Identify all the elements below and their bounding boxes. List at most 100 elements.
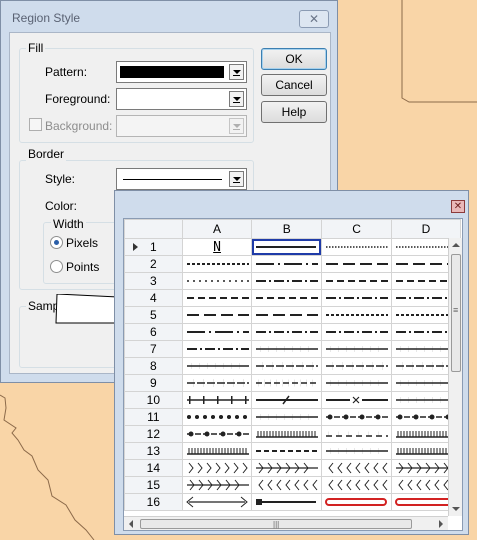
horizontal-scrollbar[interactable]: ||| bbox=[124, 516, 448, 530]
line-style-cell[interactable] bbox=[251, 272, 323, 290]
line-style-cell[interactable] bbox=[251, 459, 323, 477]
scroll-left-icon[interactable] bbox=[129, 520, 133, 528]
line-style-swatch bbox=[326, 362, 389, 370]
line-style-cell[interactable] bbox=[321, 357, 392, 375]
line-style-cell[interactable] bbox=[251, 408, 323, 426]
line-style-swatch bbox=[186, 263, 249, 265]
foreground-combo[interactable] bbox=[116, 88, 247, 110]
line-style-cell[interactable] bbox=[321, 442, 392, 460]
ok-button[interactable]: OK bbox=[261, 48, 327, 70]
line-style-swatch bbox=[256, 395, 319, 405]
line-style-cell[interactable] bbox=[321, 476, 392, 494]
line-style-cell[interactable] bbox=[181, 323, 253, 341]
line-style-swatch bbox=[258, 479, 318, 491]
row-header[interactable]: 5 bbox=[124, 306, 183, 324]
line-style-cell[interactable] bbox=[181, 272, 253, 290]
dropdown-arrow-icon[interactable] bbox=[229, 171, 244, 187]
close-button[interactable]: ✕ bbox=[299, 10, 329, 28]
row-header[interactable]: 10 bbox=[124, 391, 183, 409]
line-style-cell[interactable] bbox=[251, 323, 323, 341]
scroll-right-icon[interactable] bbox=[439, 520, 443, 528]
row-header[interactable]: 6 bbox=[124, 323, 183, 341]
line-style-cell[interactable] bbox=[251, 442, 323, 460]
horizontal-scroll-thumb[interactable]: ||| bbox=[140, 519, 412, 529]
line-style-cell[interactable] bbox=[181, 391, 253, 409]
line-style-cell[interactable] bbox=[181, 476, 253, 494]
line-style-cell[interactable] bbox=[321, 306, 392, 324]
row-header[interactable]: 15 bbox=[124, 476, 183, 494]
help-button[interactable]: Help bbox=[261, 101, 327, 123]
line-style-cell[interactable] bbox=[181, 408, 253, 426]
line-style-cell[interactable] bbox=[321, 408, 392, 426]
line-style-cell[interactable] bbox=[181, 289, 253, 307]
line-style-cell[interactable] bbox=[251, 238, 323, 256]
line-style-cell[interactable] bbox=[181, 357, 253, 375]
scroll-down-icon[interactable] bbox=[452, 507, 460, 511]
row-header[interactable]: 8 bbox=[124, 357, 183, 375]
row-header[interactable]: 11 bbox=[124, 408, 183, 426]
line-style-cell[interactable]: N bbox=[181, 238, 253, 256]
column-header[interactable]: D bbox=[390, 219, 462, 239]
column-header[interactable]: A bbox=[181, 219, 253, 239]
column-header[interactable]: C bbox=[321, 219, 392, 239]
row-header[interactable]: 14 bbox=[124, 459, 183, 477]
row-header[interactable]: 9 bbox=[124, 374, 183, 392]
line-style-cell[interactable] bbox=[251, 357, 323, 375]
line-style-swatch bbox=[326, 297, 389, 299]
dropdown-arrow-icon[interactable] bbox=[229, 64, 244, 80]
line-style-cell[interactable] bbox=[321, 391, 392, 409]
line-style-cell[interactable] bbox=[181, 493, 253, 511]
line-style-swatch bbox=[256, 362, 319, 370]
style-combo[interactable] bbox=[116, 168, 247, 190]
row-header[interactable]: 3 bbox=[124, 272, 183, 290]
row-header[interactable]: 13 bbox=[124, 442, 183, 460]
line-style-cell[interactable] bbox=[321, 272, 392, 290]
line-style-cell[interactable] bbox=[251, 255, 323, 273]
cancel-button[interactable]: Cancel bbox=[261, 74, 327, 96]
line-style-cell[interactable] bbox=[321, 238, 392, 256]
dropdown-arrow-icon[interactable] bbox=[229, 118, 244, 134]
line-style-cell[interactable] bbox=[321, 255, 392, 273]
line-style-cell[interactable] bbox=[251, 476, 323, 494]
background-combo[interactable] bbox=[116, 115, 247, 137]
line-style-cell[interactable] bbox=[251, 306, 323, 324]
line-style-cell[interactable] bbox=[181, 340, 253, 358]
line-style-cell[interactable] bbox=[251, 374, 323, 392]
row-header[interactable]: 16 bbox=[124, 493, 183, 511]
background-checkbox[interactable] bbox=[29, 118, 42, 131]
line-style-cell[interactable] bbox=[181, 459, 253, 477]
scroll-up-icon[interactable] bbox=[452, 243, 460, 247]
line-style-cell[interactable] bbox=[321, 374, 392, 392]
vertical-scrollbar[interactable]: ≡ bbox=[448, 238, 462, 516]
vertical-scroll-thumb[interactable]: ≡ bbox=[451, 254, 461, 372]
column-header[interactable]: B bbox=[251, 219, 323, 239]
line-style-cell[interactable] bbox=[181, 374, 253, 392]
line-style-cell[interactable] bbox=[321, 289, 392, 307]
line-style-cell[interactable] bbox=[181, 442, 253, 460]
row-header[interactable]: 1 bbox=[124, 238, 183, 256]
points-radio[interactable] bbox=[50, 260, 63, 273]
line-style-cell[interactable] bbox=[251, 493, 323, 511]
row-header[interactable]: 12 bbox=[124, 425, 183, 443]
line-style-cell[interactable] bbox=[181, 425, 253, 443]
line-style-cell[interactable] bbox=[251, 391, 323, 409]
line-style-cell[interactable] bbox=[321, 425, 392, 443]
table-row: 2 bbox=[124, 255, 462, 273]
line-style-cell[interactable] bbox=[321, 323, 392, 341]
line-style-cell[interactable] bbox=[321, 459, 392, 477]
close-icon[interactable]: ✕ bbox=[451, 200, 465, 213]
line-style-cell[interactable] bbox=[251, 425, 323, 443]
line-style-cell[interactable] bbox=[181, 306, 253, 324]
pixels-radio[interactable] bbox=[50, 236, 63, 249]
line-style-cell[interactable] bbox=[251, 340, 323, 358]
line-style-cell[interactable] bbox=[181, 255, 253, 273]
row-header[interactable]: 4 bbox=[124, 289, 183, 307]
dropdown-arrow-icon[interactable] bbox=[229, 91, 244, 107]
pattern-combo[interactable] bbox=[116, 61, 247, 83]
pattern-swatch bbox=[120, 66, 224, 78]
line-style-cell[interactable] bbox=[321, 340, 392, 358]
row-header[interactable]: 7 bbox=[124, 340, 183, 358]
line-style-cell[interactable] bbox=[251, 289, 323, 307]
row-header[interactable]: 2 bbox=[124, 255, 183, 273]
line-style-cell[interactable] bbox=[321, 493, 392, 511]
